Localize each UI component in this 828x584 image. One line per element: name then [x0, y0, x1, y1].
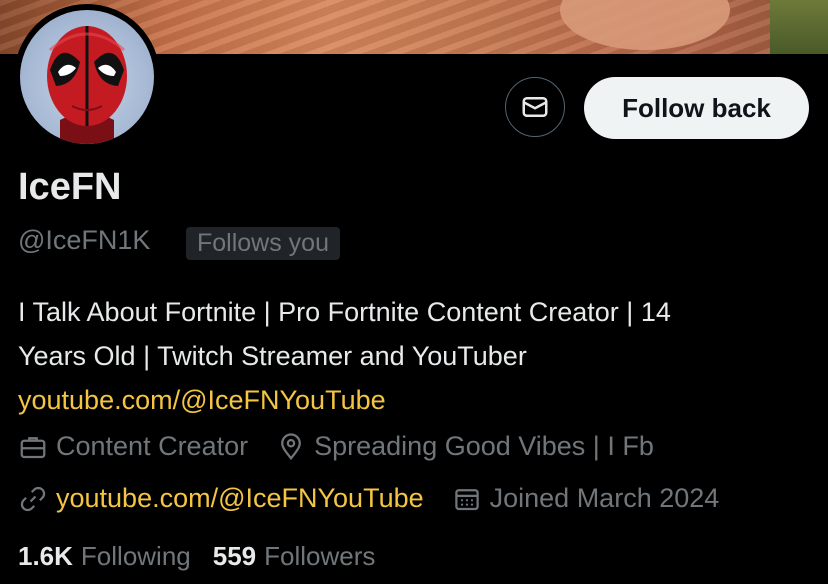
profile-bio: I Talk About Fortnite | Pro Fortnite Con… [18, 290, 808, 422]
location-pin-icon [276, 432, 306, 462]
category-item: Content Creator [18, 431, 248, 462]
avatar[interactable] [20, 10, 154, 144]
following-label: Following [80, 541, 191, 571]
display-name: IceFN [18, 166, 122, 208]
deadpool-avatar-icon [47, 26, 127, 144]
calendar-icon [452, 484, 482, 514]
followers-count: 559 [212, 541, 257, 571]
follows-you-badge: Follows you [186, 227, 340, 260]
mail-icon [522, 97, 548, 117]
profile-stats: 1.6K Following 559 Followers [18, 541, 397, 572]
banner-rock-shape [560, 0, 730, 50]
location-label: Spreading Good Vibes | I Fb [314, 431, 654, 461]
location-item: Spreading Good Vibes | I Fb [276, 431, 654, 462]
category-label: Content Creator [56, 431, 249, 461]
website-item[interactable]: youtube.com/@IceFNYouTube [18, 483, 424, 514]
profile-meta-row-2: youtube.com/@IceFNYouTube Joined March 2… [18, 483, 747, 514]
followers-stat[interactable]: 559 Followers [213, 541, 376, 572]
website-link[interactable]: youtube.com/@IceFNYouTube [56, 483, 424, 514]
link-icon [18, 484, 48, 514]
profile-meta-row-1: Content Creator Spreading Good Vibes | I… [18, 431, 682, 462]
joined-item: Joined March 2024 [452, 483, 720, 514]
bio-youtube-link[interactable]: youtube.com/@IceFNYouTube [18, 378, 808, 422]
avatar-frame[interactable] [14, 4, 160, 150]
user-handle: @IceFN1K [18, 225, 151, 255]
follow-back-button[interactable]: Follow back [584, 77, 809, 139]
following-count: 1.6K [18, 541, 73, 571]
banner-foliage-shape [770, 0, 828, 54]
bio-line-2: Years Old | Twitch Streamer and YouTuber [18, 341, 527, 371]
briefcase-icon [18, 432, 48, 462]
bio-line-1: I Talk About Fortnite | Pro Fortnite Con… [18, 297, 671, 327]
message-button[interactable] [505, 77, 565, 137]
followers-label: Followers [264, 541, 376, 571]
joined-date: Joined March 2024 [489, 483, 720, 513]
following-stat[interactable]: 1.6K Following [18, 541, 191, 572]
